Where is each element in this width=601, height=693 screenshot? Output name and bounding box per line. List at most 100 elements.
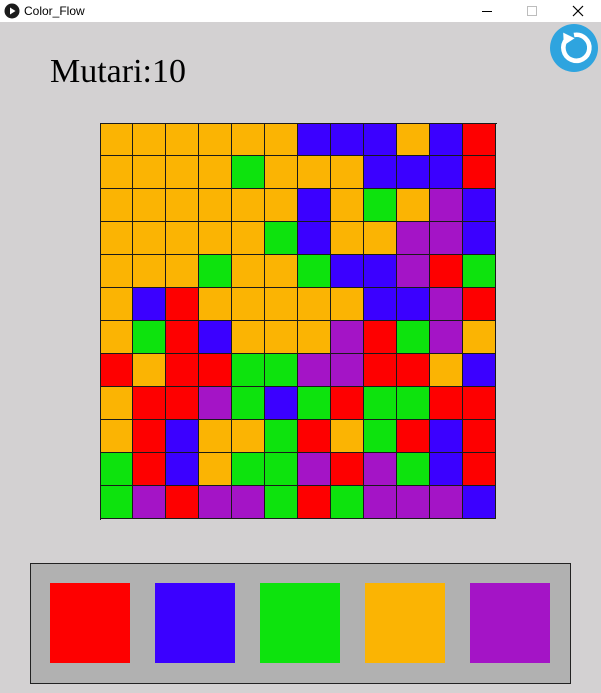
board-cell — [166, 420, 199, 453]
board-cell — [232, 156, 265, 189]
board-cell — [397, 486, 430, 519]
board-cell — [232, 420, 265, 453]
board-cell — [430, 486, 463, 519]
board-cell — [166, 288, 199, 321]
board-cell — [265, 453, 298, 486]
moves-counter: Mutari:10 — [50, 53, 186, 90]
board-cell — [364, 189, 397, 222]
board-cell — [463, 123, 496, 156]
board-cell — [430, 321, 463, 354]
color-swatch-purple[interactable] — [470, 583, 550, 663]
board-cell — [331, 288, 364, 321]
board-cell — [199, 189, 232, 222]
board-cell — [364, 420, 397, 453]
board-cell — [430, 156, 463, 189]
board-cell — [298, 486, 331, 519]
board-cell — [232, 321, 265, 354]
board-cell — [133, 420, 166, 453]
board-cell — [298, 387, 331, 420]
board-cell — [166, 453, 199, 486]
board-cell — [199, 156, 232, 189]
board-cell — [364, 354, 397, 387]
board-cell — [331, 156, 364, 189]
board-cell — [298, 420, 331, 453]
board-cell — [463, 288, 496, 321]
board-cell — [430, 387, 463, 420]
board-cell — [166, 486, 199, 519]
app-play-icon — [4, 3, 20, 19]
board-cell — [232, 123, 265, 156]
board-cell — [298, 156, 331, 189]
board-cell — [100, 354, 133, 387]
color-swatch-orange[interactable] — [365, 583, 445, 663]
board-cell — [232, 288, 265, 321]
board-cell — [100, 222, 133, 255]
board-cell — [199, 222, 232, 255]
board-cell — [133, 321, 166, 354]
board-cell — [364, 486, 397, 519]
board-cell — [298, 453, 331, 486]
board-cell — [331, 354, 364, 387]
board-cell — [232, 387, 265, 420]
minimize-icon — [482, 11, 492, 12]
board-cell — [265, 288, 298, 321]
board-cell — [463, 354, 496, 387]
board-cell — [166, 156, 199, 189]
board-cell — [100, 486, 133, 519]
board-cell — [331, 255, 364, 288]
board-cell — [100, 453, 133, 486]
board-cell — [133, 222, 166, 255]
board-cell — [430, 222, 463, 255]
board-cell — [430, 123, 463, 156]
board-cell — [133, 288, 166, 321]
board-cell — [397, 420, 430, 453]
board-cell — [199, 255, 232, 288]
board-cell — [298, 123, 331, 156]
board-cell — [199, 486, 232, 519]
board-cell — [199, 354, 232, 387]
board-cell — [199, 387, 232, 420]
board-cell — [397, 354, 430, 387]
color-swatch-red[interactable] — [50, 583, 130, 663]
board-cell — [364, 288, 397, 321]
board-cell — [232, 354, 265, 387]
board-cell — [331, 321, 364, 354]
minimize-button[interactable] — [464, 0, 510, 22]
board-cell — [265, 156, 298, 189]
board-cell — [100, 288, 133, 321]
maximize-button[interactable] — [509, 0, 555, 22]
close-button[interactable] — [555, 0, 601, 22]
maximize-icon — [527, 6, 537, 16]
board-cell — [166, 123, 199, 156]
color-swatch-blue[interactable] — [155, 583, 235, 663]
board-cell — [133, 156, 166, 189]
color-palette — [30, 563, 571, 684]
board-cell — [397, 156, 430, 189]
color-swatch-green[interactable] — [260, 583, 340, 663]
restart-button[interactable] — [550, 24, 598, 72]
board-cell — [100, 255, 133, 288]
board-cell — [133, 189, 166, 222]
board-cell — [364, 123, 397, 156]
board-cell — [463, 420, 496, 453]
board-cell — [265, 189, 298, 222]
board-cell — [397, 288, 430, 321]
board-cell — [331, 453, 364, 486]
board-cell — [265, 387, 298, 420]
board-cell — [166, 222, 199, 255]
board-cell — [430, 189, 463, 222]
board-cell — [133, 255, 166, 288]
board-cell — [463, 189, 496, 222]
window-title: Color_Flow — [24, 4, 85, 18]
board-cell — [100, 387, 133, 420]
board-cell — [364, 156, 397, 189]
board-cell — [100, 189, 133, 222]
board-cell — [430, 453, 463, 486]
board-cell — [364, 255, 397, 288]
board-cell — [100, 156, 133, 189]
board-cell — [199, 123, 232, 156]
board-cell — [397, 255, 430, 288]
board-cell — [463, 453, 496, 486]
board-cell — [166, 354, 199, 387]
board-cell — [133, 123, 166, 156]
